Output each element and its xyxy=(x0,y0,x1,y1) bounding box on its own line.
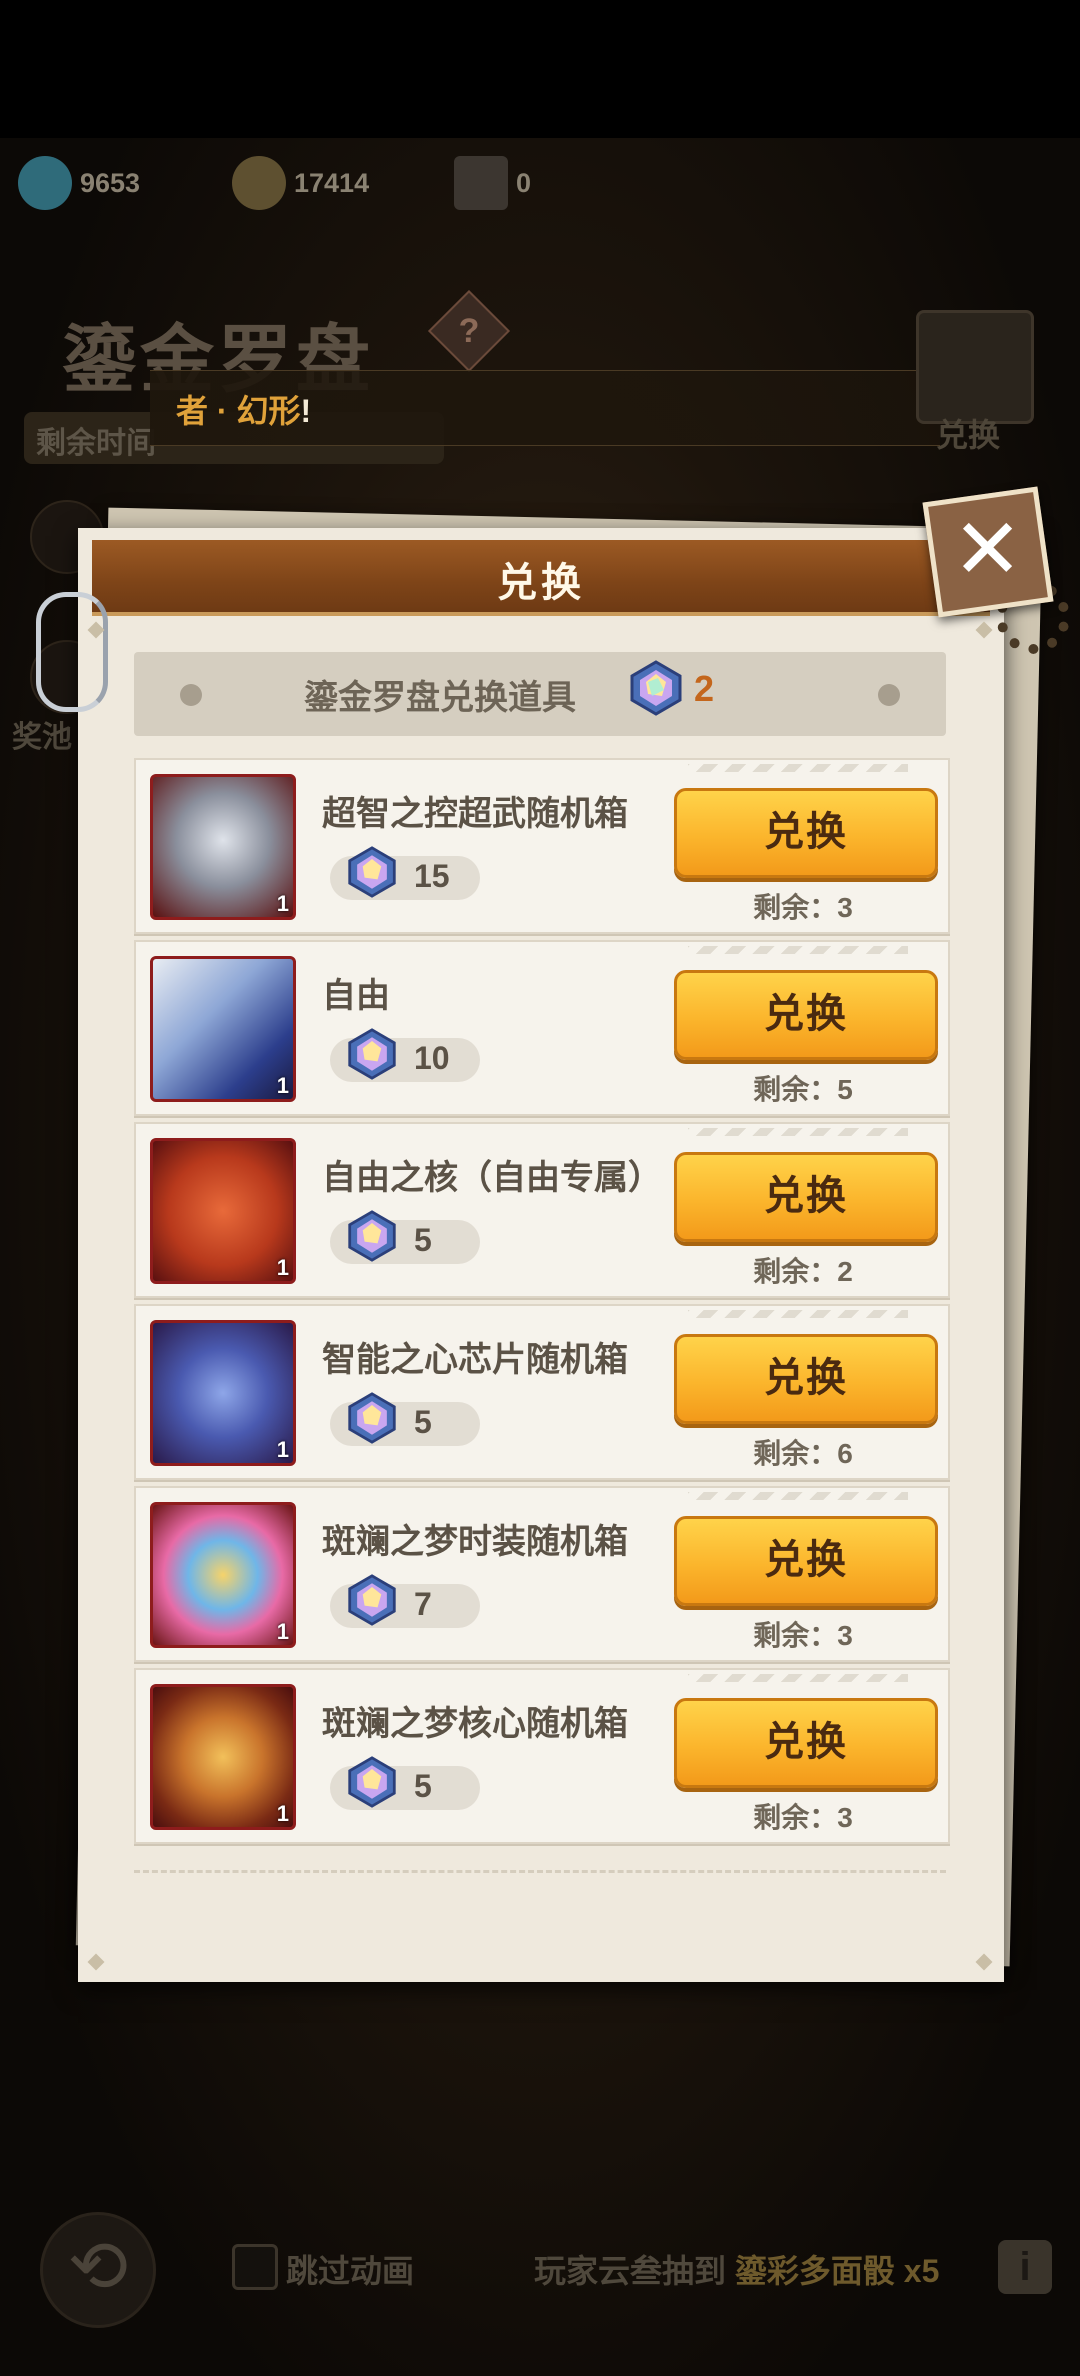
costume-mystery-box-icon[interactable]: 1 xyxy=(150,1502,296,1648)
item-name: 智能之心芯片随机箱 xyxy=(322,1341,628,1379)
currency-label: 鎏金罗盘兑换道具 xyxy=(304,679,576,717)
skip-animation-checkbox[interactable] xyxy=(232,2244,278,2290)
chip-mystery-box-icon[interactable]: 1 xyxy=(150,1320,296,1466)
compass-gem-icon xyxy=(630,660,682,716)
core-mystery-box-icon[interactable]: 1 xyxy=(150,1684,296,1830)
compass-gem-icon xyxy=(348,846,396,898)
exchange-row: 1 斑斓之梦时装随机箱 7 兑换 剩余：3 xyxy=(134,1486,950,1662)
prize-pool-label: 奖池 xyxy=(12,721,72,754)
compass-gem-icon xyxy=(348,1574,396,1626)
compass-gem-icon xyxy=(348,1756,396,1808)
item-cost: 15 xyxy=(414,858,450,894)
item-name: 自由之核（自由专属） xyxy=(322,1159,662,1197)
remaining-count: 剩余：5 xyxy=(753,1074,853,1105)
news-banner-text: 者 · 幻形! xyxy=(176,393,312,429)
remaining-count: 剩余：2 xyxy=(753,1256,853,1287)
remaining-count: 剩余：6 xyxy=(753,1438,853,1469)
status-area xyxy=(0,0,1080,138)
currency-count: 2 xyxy=(694,668,715,709)
exchange-button[interactable]: 兑换 xyxy=(674,1698,938,1788)
mecha-character-icon[interactable]: 1 xyxy=(150,956,296,1102)
mystery-weapon-box-icon[interactable]: 1 xyxy=(150,774,296,920)
remaining-count: 剩余：3 xyxy=(753,1802,853,1833)
remaining-count: 剩余：3 xyxy=(753,892,853,923)
compass-gem-icon xyxy=(348,1392,396,1444)
compass-gem-icon xyxy=(348,1210,396,1262)
core-emblem-icon[interactable]: 1 xyxy=(150,1138,296,1284)
bar-dot-icon xyxy=(180,684,202,706)
info-button[interactable]: i xyxy=(998,2240,1052,2294)
item-cost: 5 xyxy=(414,1222,432,1258)
item-cost: 10 xyxy=(414,1040,450,1076)
exchange-button[interactable]: 兑换 xyxy=(674,1334,938,1424)
exchange-chest-icon[interactable] xyxy=(916,310,1034,424)
exchange-row: 1 自由之核（自由专属） 5 兑换 剩余：2 xyxy=(134,1122,950,1298)
exchange-row: 1 自由 10 兑换 剩余：5 xyxy=(134,940,950,1116)
exchange-button[interactable]: 兑换 xyxy=(674,1516,938,1606)
exchange-button[interactable]: 兑换 xyxy=(674,1152,938,1242)
item-cost: 7 xyxy=(414,1586,432,1622)
blue-gem-plus-icon xyxy=(18,156,72,210)
compass-gem-icon xyxy=(348,1028,396,1080)
item-name: 超智之控超武随机箱 xyxy=(322,795,628,833)
time-remaining-label: 剩余时间 xyxy=(36,427,156,460)
item-name: 斑斓之梦时装随机箱 xyxy=(322,1523,628,1561)
gold-coin-plus-icon xyxy=(232,156,286,210)
wrench-part-icon xyxy=(454,156,508,210)
exchange-button[interactable]: 兑换 xyxy=(674,788,938,878)
item-cost: 5 xyxy=(414,1768,432,1804)
resource-coins-value: 17414 xyxy=(294,167,370,198)
item-name: 斑斓之梦核心随机箱 xyxy=(322,1705,628,1743)
paperclip-icon xyxy=(36,592,108,712)
resource-gems[interactable]: 9653 xyxy=(18,156,141,210)
resource-gems-value: 9653 xyxy=(80,167,141,198)
remaining-count: 剩余：3 xyxy=(753,1620,853,1651)
exchange-row: 1 斑斓之梦核心随机箱 5 兑换 剩余：3 xyxy=(134,1668,950,1844)
item-name: 自由 xyxy=(322,977,390,1015)
list-end-divider xyxy=(134,1870,946,1873)
back-button[interactable]: ⟲ xyxy=(40,2212,156,2328)
draw-ticker: 玩家云叁抽到 鎏彩多面骰 x5 xyxy=(534,2253,940,2289)
item-cost: 5 xyxy=(414,1404,432,1440)
resource-coins[interactable]: 17414 xyxy=(232,156,370,210)
close-button[interactable]: ✕ xyxy=(922,486,1054,618)
skip-animation-label: 跳过动画 xyxy=(286,2253,415,2289)
exchange-chest-label: 兑换 xyxy=(936,417,1001,453)
bar-dot-icon xyxy=(878,684,900,706)
modal-title: 兑换 xyxy=(497,561,585,605)
exchange-row: 1 智能之心芯片随机箱 5 兑换 剩余：6 xyxy=(134,1304,950,1480)
exchange-button[interactable]: 兑换 xyxy=(674,970,938,1060)
close-icon: ✕ xyxy=(952,502,1023,597)
resource-parts[interactable]: 0 xyxy=(454,156,532,210)
resource-parts-value: 0 xyxy=(516,167,532,198)
exchange-row: 1 超智之控超武随机箱 15 兑换 剩余：3 xyxy=(134,758,950,934)
